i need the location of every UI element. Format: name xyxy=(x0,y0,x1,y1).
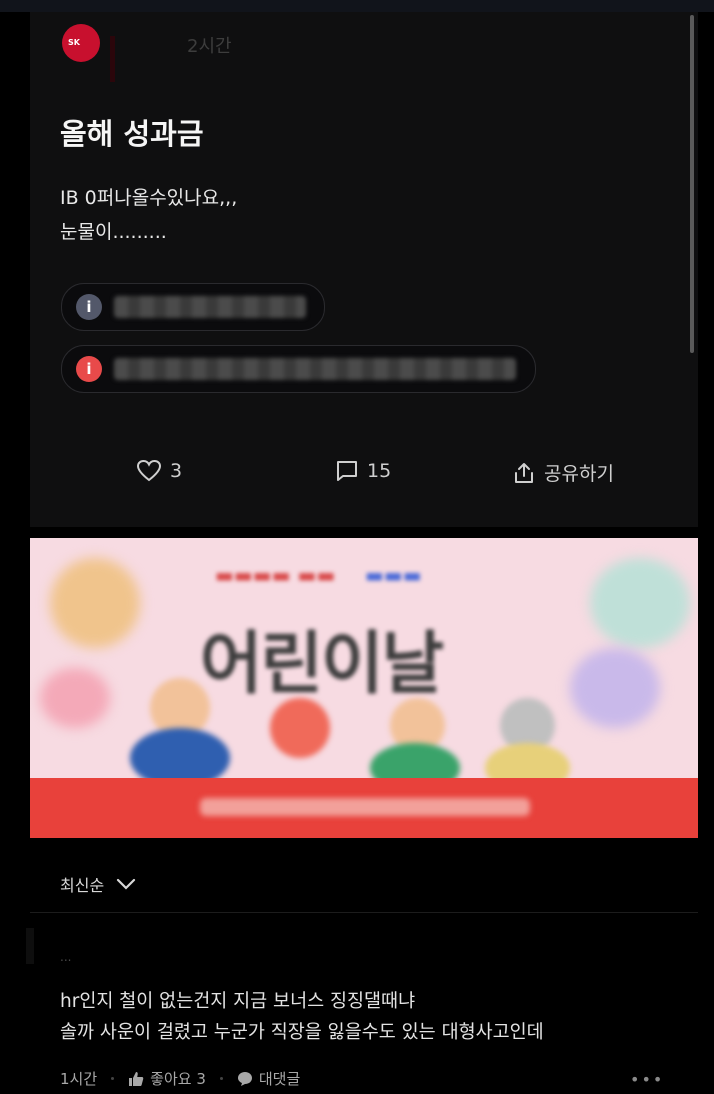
comment-like-label: 좋아요 3 xyxy=(150,1070,206,1088)
banner-decoration xyxy=(590,558,690,648)
share-label: 공유하기 xyxy=(544,463,614,485)
ad-banner[interactable]: ▬▬▬▬ ▬▬ ▬▬▬ 어린이날 xyxy=(30,538,698,838)
banner-decoration xyxy=(50,558,140,648)
speech-bubble-icon xyxy=(237,1071,252,1086)
info-icon: i xyxy=(76,356,102,382)
post-body-line: 눈물이......... xyxy=(60,221,167,243)
comment-count: 15 xyxy=(367,460,392,482)
thumbs-up-icon xyxy=(129,1071,144,1086)
comment-button[interactable]: 15 xyxy=(335,459,391,483)
redacted-text xyxy=(114,358,516,380)
like-button[interactable]: 3 xyxy=(136,459,182,483)
more-options-button[interactable]: ••• xyxy=(630,1070,664,1089)
like-count: 3 xyxy=(170,460,183,482)
reply-label: 대댓글 xyxy=(258,1070,301,1088)
top-status-bar xyxy=(0,0,714,12)
sort-dropdown[interactable]: 최신순 xyxy=(60,872,136,896)
sort-label: 최신순 xyxy=(60,876,105,895)
illustration-person xyxy=(270,698,330,758)
post-body: IB 0퍼나올수있나요,,, 눈물이......... xyxy=(60,181,237,249)
avatar-decoration xyxy=(110,36,115,82)
separator-dot xyxy=(111,1077,115,1080)
comment-line: 솔까 사운이 걸렸고 누군가 직장을 잃을수도 있는 대형사고인데 xyxy=(60,1022,544,1043)
banner-decoration xyxy=(570,648,660,728)
scrollbar[interactable] xyxy=(690,15,694,353)
banner-subtitle-blurred: ▬▬▬▬ ▬▬ xyxy=(215,563,336,587)
comment-meta: 1시간 좋아요 3 대댓글 xyxy=(60,1068,300,1089)
comment-icon xyxy=(337,461,357,481)
comment-like-button[interactable]: 좋아요 3 xyxy=(128,1068,206,1089)
post-card: SK 2시간 올해 성과금 IB 0퍼나올수있나요,,, 눈물이........… xyxy=(30,12,698,527)
company-logo-icon: SK xyxy=(68,38,80,47)
comment-time: 1시간 xyxy=(60,1070,98,1088)
banner-subtitle-blurred: ▬▬▬ xyxy=(365,563,422,587)
banner-headline: 어린이날 xyxy=(200,625,444,704)
divider xyxy=(30,912,698,913)
reply-button[interactable]: 대댓글 xyxy=(237,1068,300,1089)
comment-author: ... xyxy=(60,950,72,964)
comment-body: hr인지 철이 없는건지 지금 보너스 징징댈때냐 솔까 사운이 걸렸고 누군가… xyxy=(60,986,544,1048)
heart-icon xyxy=(136,459,162,482)
post-body-line: IB 0퍼나올수있나요,,, xyxy=(60,187,238,209)
info-chip-company[interactable]: i xyxy=(61,283,325,331)
comment-edge-marker xyxy=(26,928,34,964)
chevron-down-icon xyxy=(117,878,136,890)
separator-dot xyxy=(219,1077,223,1080)
redacted-text xyxy=(114,296,306,318)
redacted-text xyxy=(200,798,530,816)
post-time: 2시간 xyxy=(187,36,232,57)
author-avatar[interactable]: SK xyxy=(62,24,100,62)
comment-line: hr인지 철이 없는건지 지금 보너스 징징댈때냐 xyxy=(60,991,416,1012)
share-icon xyxy=(515,462,533,483)
info-icon: i xyxy=(76,294,102,320)
post-title: 올해 성과금 xyxy=(60,117,204,151)
banner-decoration xyxy=(40,668,110,728)
info-chip-notice[interactable]: i xyxy=(61,345,536,393)
share-button[interactable]: 공유하기 xyxy=(512,459,614,486)
